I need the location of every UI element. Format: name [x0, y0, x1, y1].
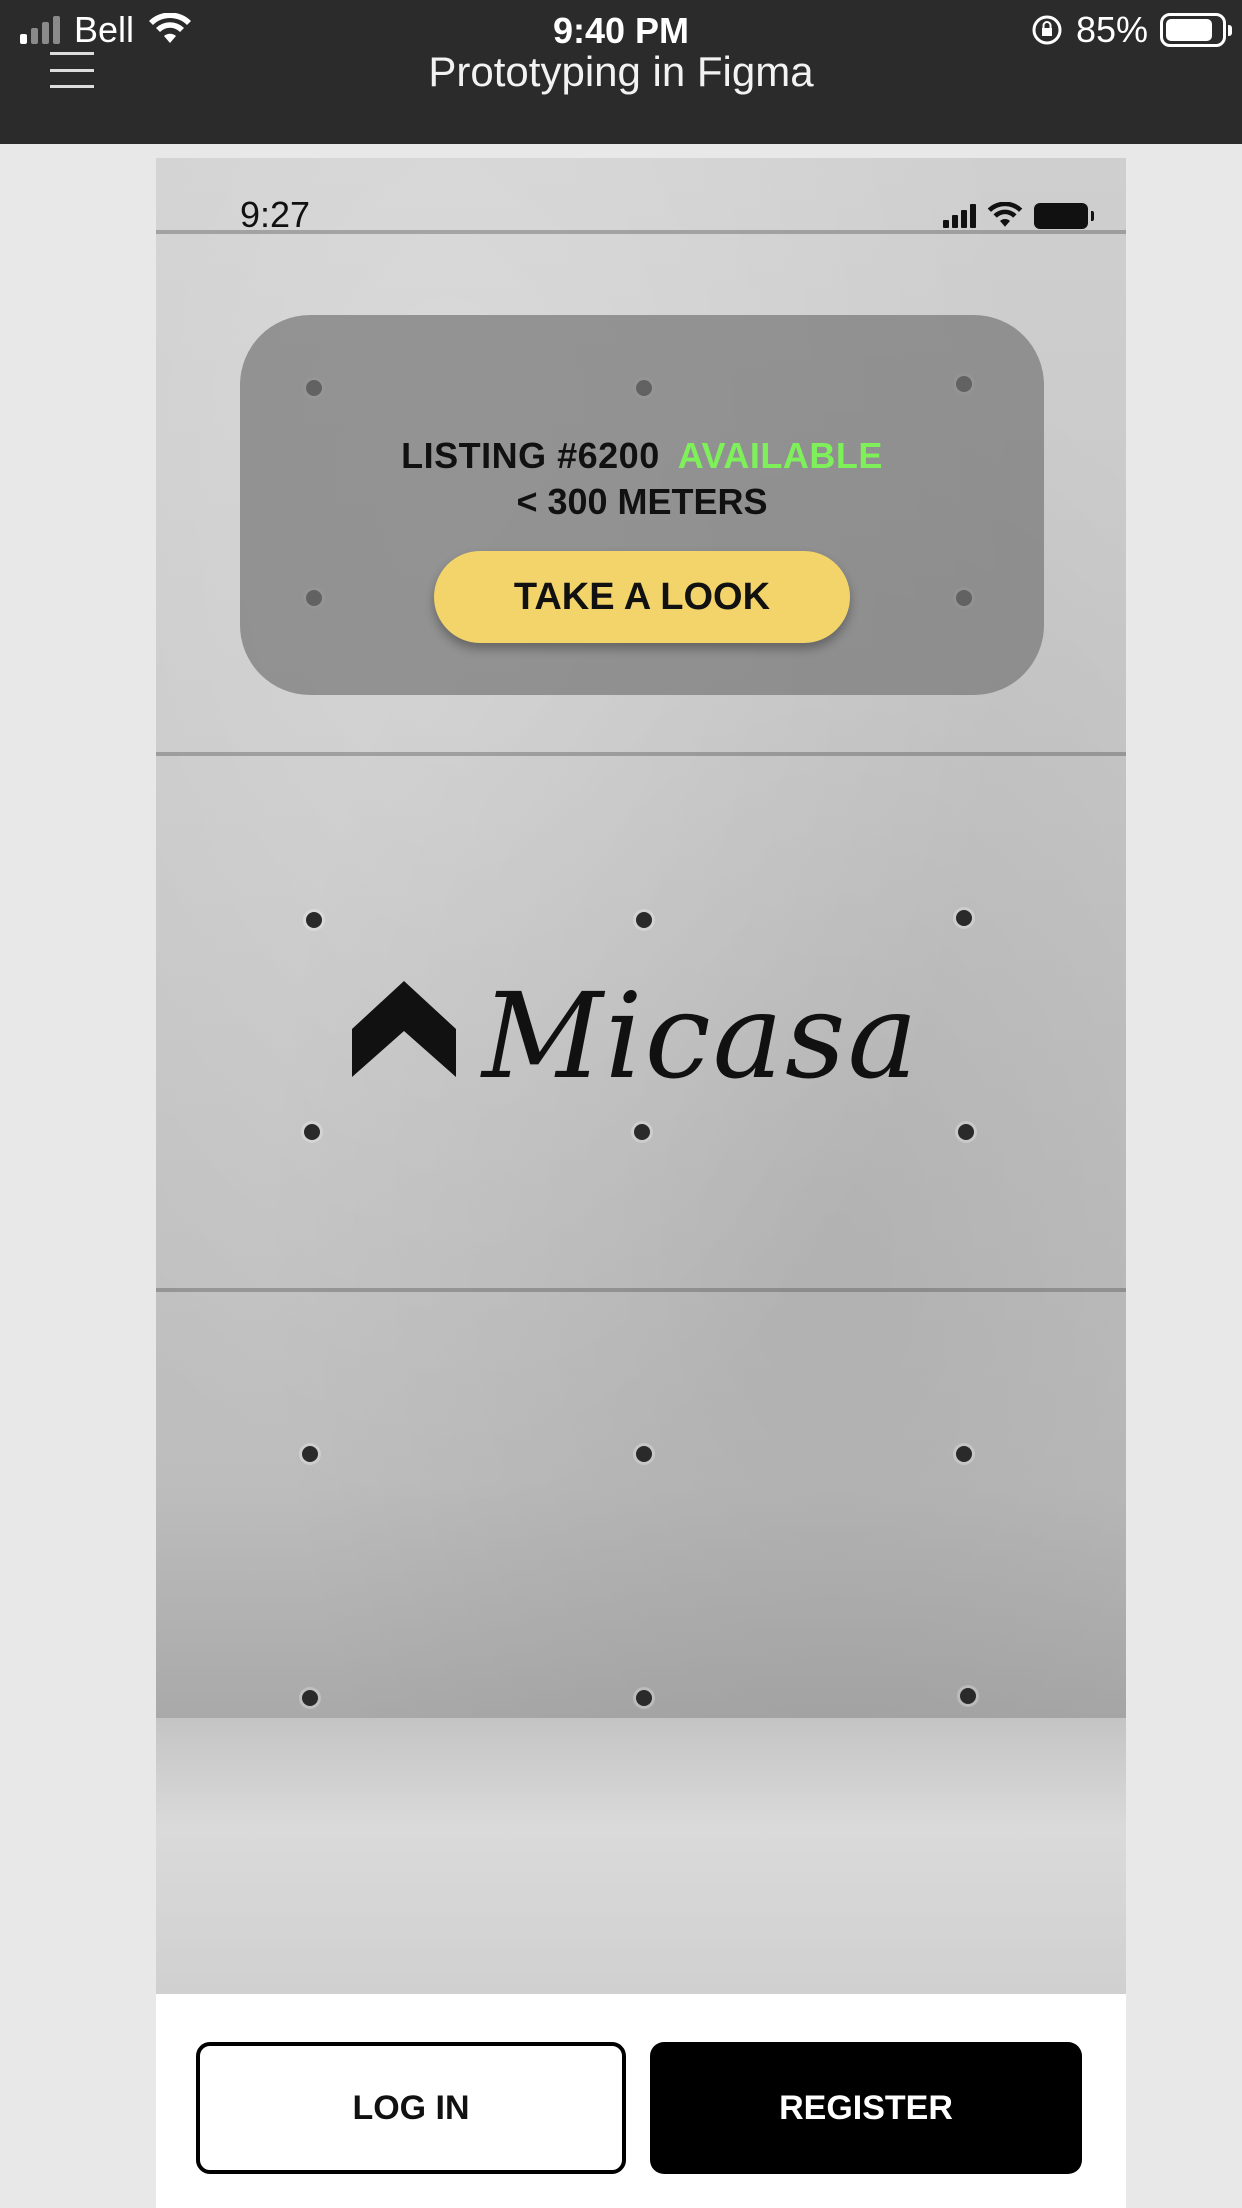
prototype-wifi-icon: [987, 202, 1023, 227]
battery-percent: 85%: [1075, 9, 1148, 50]
prototype-signal-icon: [943, 204, 976, 228]
house-chevron-icon: [352, 981, 456, 1077]
prototype-frame: 9:27 LISTING #6200 AVAILABLE < 300 METERS…: [156, 158, 1126, 2208]
listing-status: AVAILABLE: [677, 435, 883, 476]
orientation-lock-icon: [1032, 15, 1062, 45]
device-status-right: 85%: [1030, 9, 1232, 50]
prototype-status-time: 9:27: [240, 194, 311, 235]
take-a-look-button[interactable]: TAKE A LOOK: [434, 551, 850, 643]
app-title: Prototyping in Figma: [428, 48, 814, 95]
prototype-status-icons: [943, 202, 1094, 230]
logo-wordmark: Micasa: [482, 967, 920, 1105]
listing-header: LISTING #6200 AVAILABLE: [240, 435, 1044, 477]
log-in-button[interactable]: LOG IN: [196, 2042, 626, 2174]
concrete-floor-background: [156, 1718, 1126, 1994]
battery-icon: [1160, 13, 1232, 47]
listing-card: LISTING #6200 AVAILABLE < 300 METERS TAKE…: [240, 315, 1044, 695]
micasa-logo: Micasa: [352, 967, 952, 1105]
app-chrome: Bell 9:40 PM 85% Prototyping in Figma: [0, 0, 1242, 144]
register-button[interactable]: REGISTER: [650, 2042, 1082, 2174]
prototype-battery-icon: [1034, 203, 1094, 229]
listing-number: LISTING #6200: [401, 435, 660, 476]
listing-distance: < 300 METERS: [516, 481, 768, 522]
